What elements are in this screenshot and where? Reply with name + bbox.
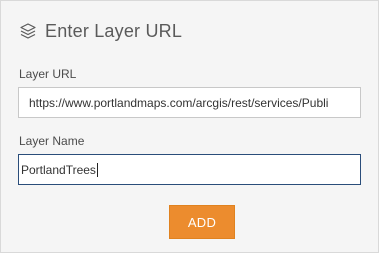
add-button[interactable]: ADD	[169, 205, 235, 239]
enter-layer-url-panel: Enter Layer URL Layer URL https://www.po…	[0, 0, 379, 253]
layer-url-value: https://www.portlandmaps.com/arcgis/rest…	[29, 95, 329, 110]
layer-name-label: Layer Name	[19, 134, 85, 148]
panel-header: Enter Layer URL	[19, 19, 182, 43]
layer-name-input[interactable]: PortlandTrees	[18, 154, 361, 185]
layer-name-value: PortlandTrees	[21, 162, 96, 177]
layers-icon	[19, 22, 37, 40]
layer-url-input[interactable]: https://www.portlandmaps.com/arcgis/rest…	[18, 87, 361, 118]
layer-url-label: Layer URL	[19, 67, 77, 81]
panel-title: Enter Layer URL	[45, 20, 183, 41]
text-caret	[96, 162, 98, 177]
